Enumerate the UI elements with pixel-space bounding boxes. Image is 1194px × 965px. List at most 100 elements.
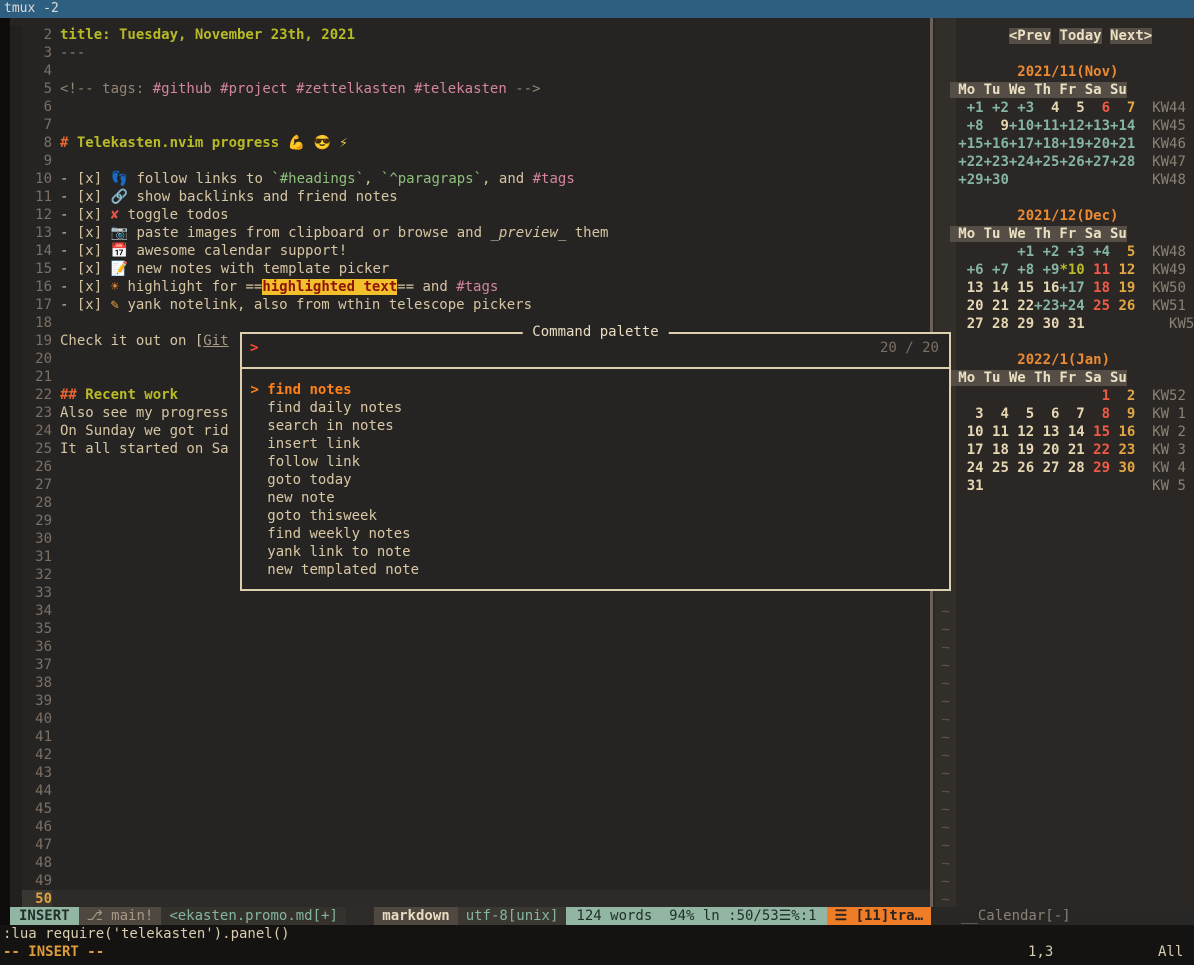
editor-line[interactable]: 45 [10,800,930,818]
editor-line[interactable]: 9 [10,152,930,170]
code-text-run: #github [153,81,212,97]
line-text: - [x] 📷 paste images from clipboard or b… [52,224,608,242]
editor-line[interactable]: 37 [10,656,930,674]
editor-line[interactable]: 42 [10,746,930,764]
code-text-run: Git [203,333,228,349]
pencil-icon: ✎ [111,297,119,313]
footprints-icon: 👣 [111,171,128,187]
command-palette-popup[interactable]: Command palette > 20 / 20 > find notes f… [240,332,951,591]
editor-line[interactable]: 3--- [10,44,930,62]
editor-line[interactable]: 46 [10,818,930,836]
editor-line[interactable]: 34 [10,602,930,620]
calendar-text-run: 13 14 15 16 [958,280,1059,296]
editor-line[interactable]: 39 [10,692,930,710]
editor-line[interactable]: 8# Telekasten.nvim progress 💪 😎 ⚡ [10,134,930,152]
editor-line[interactable]: 6 [10,98,930,116]
editor-line[interactable]: 35 [10,620,930,638]
palette-prompt[interactable]: > 20 / 20 [242,334,949,367]
code-text-run: , and [482,171,533,187]
palette-item-new-note[interactable]: new note [242,489,949,507]
calendar-text-run: 17 18 19 20 21 [958,442,1084,458]
command-line[interactable]: :lua require('telekasten').panel() [3,925,290,943]
sign-column [10,692,22,710]
buffer-badge[interactable]: ☰ [11]tra… [827,907,931,925]
code-text-run: It all started on Sa [60,441,229,457]
editor-line[interactable]: 41 [10,728,930,746]
editor-line[interactable]: 43 [10,764,930,782]
calendar-week-row[interactable]: +6 +7 +8 +9*10 11 12 KW49 [933,261,1194,279]
editor-line[interactable]: 38 [10,674,930,692]
line-number: 31 [22,548,52,566]
palette-item-find-daily-notes[interactable]: find daily notes [242,399,949,417]
editor-line[interactable]: 11- [x] 🔗 show backlinks and friend note… [10,188,930,206]
calendar-week-row[interactable]: 3 4 5 6 7 8 9 KW 1 [933,405,1194,423]
calendar-week-row[interactable]: +1 +2 +3 +4 5 KW48 [933,243,1194,261]
editor-line[interactable]: 16- [x] ☀ highlight for ==highlighted te… [10,278,930,296]
palette-item-find-notes[interactable]: > find notes [242,381,949,399]
editor-line[interactable]: 13- [x] 📷 paste images from clipboard or… [10,224,930,242]
editor-line[interactable]: 49 [10,872,930,890]
line-text [52,782,60,800]
editor-line[interactable]: 40 [10,710,930,728]
editor-line[interactable]: 4 [10,62,930,80]
cal-today-button[interactable]: Today [1059,28,1101,44]
editor-line[interactable]: 36 [10,638,930,656]
spacer [933,172,958,188]
empty-buffer-tilde: ~ [933,675,1194,693]
calendar-week-row[interactable]: 24 25 26 27 28 29 30 KW 4 [933,459,1194,477]
line-number: 12 [22,206,52,224]
calendar-week-row[interactable]: +8 9+10+11+12+13+14 KW45 [933,117,1194,135]
palette-item-yank-link-to-note[interactable]: yank link to note [242,543,949,561]
editor-line[interactable]: 18 [10,314,930,332]
line-text: # Telekasten.nvim progress 💪 😎 ⚡ [52,134,348,152]
editor-line[interactable]: 10- [x] 👣 follow links to `#headings`, `… [10,170,930,188]
line-number: 33 [22,584,52,602]
calendar-week-row[interactable]: 20 21 22+23+24 25 26 KW51 [933,297,1194,315]
editor-line[interactable]: 5<!-- tags: #github #project #zettelkast… [10,80,930,98]
palette-item-goto-thisweek[interactable]: goto thisweek [242,507,949,525]
editor-line[interactable]: 44 [10,782,930,800]
calendar-window[interactable]: <Prev Today Next> 2021/11(Nov) Mo Tu We … [933,18,1194,916]
editor-line[interactable]: 47 [10,836,930,854]
editor-line[interactable]: 2title: Tuesday, November 23th, 2021 [10,26,930,44]
editor-line[interactable]: 48 [10,854,930,872]
calendar-week-row[interactable]: 13 14 15 16+17 18 19 KW50 [933,279,1194,297]
line-number: 27 [22,476,52,494]
editor-line[interactable]: 15- [x] 📝 new notes with template picker [10,260,930,278]
palette-item-follow-link[interactable]: follow link [242,453,949,471]
calendar-week-row[interactable]: +1 +2 +3 4 5 6 7 KW44 [933,99,1194,117]
selection-caret-icon [242,490,267,506]
palette-item-goto-today[interactable]: goto today [242,471,949,489]
calendar-week-row[interactable]: +29+30 KW48 [933,171,1194,189]
line-number: 44 [22,782,52,800]
calendar-nav-row[interactable]: <Prev Today Next> [933,27,1194,45]
calendar-text-run: 31 [958,478,983,494]
editor-line[interactable]: 7 [10,116,930,134]
palette-item-new-templated-note[interactable]: new templated note [242,561,949,579]
calendar-week-row[interactable]: 10 11 12 13 14 15 16 KW 2 [933,423,1194,441]
spacer [1135,460,1152,476]
calendar-week-row[interactable]: +22+23+24+25+26+27+28 KW47 [933,153,1194,171]
line-number: 26 [22,458,52,476]
cal-prev-button[interactable]: <Prev [1009,28,1051,44]
editor-line[interactable]: 17- [x] ✎ yank notelink, also from wthin… [10,296,930,314]
editor-line[interactable]: 12- [x] ✘ toggle todos [10,206,930,224]
code-text-run: - [x] [60,189,111,205]
calendar-text-run: 5 [1110,244,1135,260]
palette-item-search-in-notes[interactable]: search in notes [242,417,949,435]
palette-item-find-weekly-notes[interactable]: find weekly notes [242,525,949,543]
palette-item-insert-link[interactable]: insert link [242,435,949,453]
cal-next-button[interactable]: Next> [1110,28,1152,44]
code-text-run: Recent work [85,387,178,403]
editor-cursor-line[interactable]: 50 [10,890,930,908]
line-text [52,890,60,908]
editor-line[interactable]: 14- [x] 📅 awesome calendar support! [10,242,930,260]
scroll-position: All [1158,943,1183,961]
calendar-week-row[interactable]: 17 18 19 20 21 22 23 KW 3 [933,441,1194,459]
calendar-text-run: 26 [1110,298,1135,314]
calendar-week-row[interactable]: 27 28 29 30 31 KW5 [933,315,1194,333]
calendar-week-row[interactable]: +15+16+17+18+19+20+21 KW46 [933,135,1194,153]
line-text [52,728,60,746]
calendar-week-row[interactable]: 1 2 KW52 [933,387,1194,405]
calendar-week-row[interactable]: 31 KW 5 [933,477,1194,495]
